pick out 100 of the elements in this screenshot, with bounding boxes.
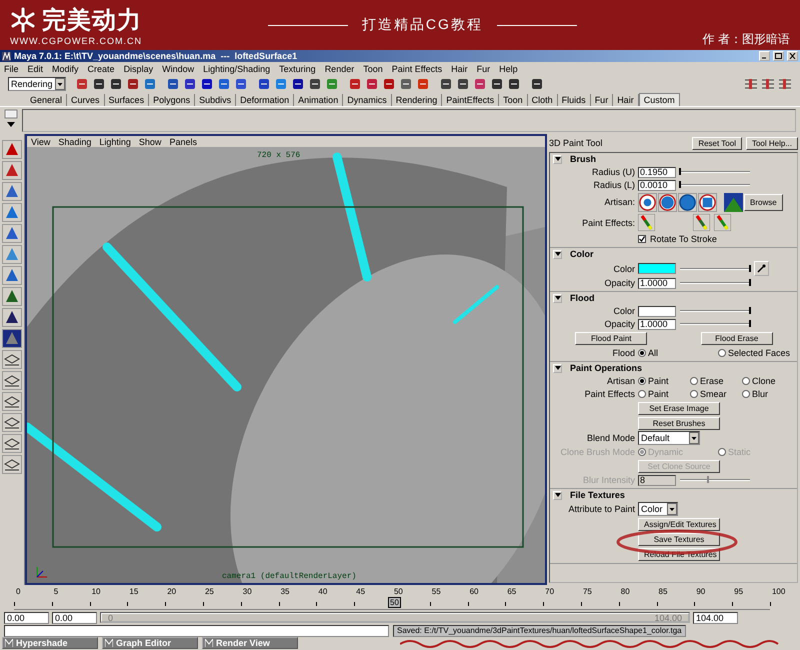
menu-item[interactable]: Fur [476,64,490,74]
frame-number: 65 [506,587,516,596]
radio-label: Selected Faces [728,348,790,358]
section-title: Flood [570,293,594,303]
radio-label: Static [728,447,751,457]
number-field[interactable]: 0.1950 [638,166,676,178]
menu-item[interactable]: Create [88,64,115,74]
frame-number: 0 [15,587,20,596]
frame-number: 55 [430,587,441,596]
field-label: Opacity [603,319,635,329]
frame-number: 40 [317,587,328,596]
frame-number: 85 [658,587,668,596]
radio-label: Erase [700,376,724,386]
field-label: Attribute to Paint [567,504,635,514]
frame-number: 25 [204,587,214,596]
flood-button[interactable]: Flood Erase [700,332,773,345]
website-url: WWW.CGPOWER.COM.CN [10,36,142,46]
field-label: Artisan: [603,197,635,207]
menu-item[interactable]: Hair [451,64,468,74]
range-start-label: 0 [108,612,114,622]
frame-number: 5 [52,587,58,596]
frame-number: 45 [355,587,366,596]
field-label: Paint Effects [584,389,635,399]
flood-button[interactable]: Flood Paint [575,332,648,345]
radio-label: Smear [700,389,727,399]
radio-label: Clone [752,376,776,386]
field-label: Paint Effects: [581,218,635,228]
panel-menu-item[interactable]: Lighting [99,136,131,146]
field-label: Blend Mode [586,433,635,443]
section-title: File Textures [570,490,625,500]
resolution-label: 720 x 576 [257,151,300,160]
number-field[interactable]: 0.0010 [638,180,676,190]
radio-label: Paint [648,376,669,386]
minimized-window[interactable]: Graph Editor [102,637,198,649]
browse-button[interactable]: Browse [744,194,783,210]
menu-item[interactable]: Paint Effects [392,64,442,74]
section-title: Brush [570,154,596,164]
panel-button[interactable]: Set Erase Image [638,402,720,414]
tool-button[interactable]: Tool Help... [746,136,798,150]
menu-item[interactable]: Toon [363,64,383,74]
panel-button[interactable]: Assign/Edit Textures [638,518,720,530]
frame-number: 90 [695,587,706,596]
shelf-tab[interactable]: Custom [638,93,680,106]
panel-menu-item[interactable]: Panels [169,136,197,146]
field-label: Artisan [606,376,635,386]
frame-number: 20 [166,587,176,596]
logo-text: 完美动力 [42,6,142,36]
field-label: Flood [611,348,635,358]
section-title: Color [570,249,594,259]
field-label: Clone Brush Mode [559,447,635,457]
tool-button[interactable]: Reset Tool [692,136,742,150]
dropdown[interactable]: Color [638,502,678,516]
menu-item[interactable]: Help [499,64,518,74]
frame-number: 100 [770,587,786,596]
camera-label: camera1 (defaultRenderLayer) [222,572,356,581]
frame-number: 15 [128,587,138,596]
frame-number: 30 [242,587,252,596]
number-field[interactable]: 1.0000 [638,318,676,330]
frame-number: 10 [90,587,100,596]
menu-item[interactable]: Edit [28,64,44,74]
current-frame-marker[interactable]: 50 [388,597,401,608]
frame-number: 75 [582,587,592,596]
menu-item[interactable]: Render [324,64,354,74]
menu-item[interactable]: File [4,64,19,74]
panel-button[interactable]: Reset Brushes [638,416,720,430]
section-title: Paint Operations [570,363,642,373]
radio-label: Blur [752,389,768,399]
panel-menu-item[interactable]: Shading [58,136,92,146]
status-message: Saved: E:/t/TV_youandme/3dPaintTextures/huan/loftedSurfaceShape1_color.tga [393,625,686,637]
panel-menu-item[interactable]: Show [138,136,162,146]
field-label: Radius (L) [592,180,635,190]
playback-start-field[interactable]: 0.00 [52,612,97,624]
frame-number: 35 [280,587,290,596]
field-label: Radius (U) [590,167,635,177]
menu-item[interactable]: Modify [52,64,79,74]
tool-title: 3D Paint Tool [549,138,604,148]
menu-item[interactable]: Texturing [279,64,316,74]
author-credit: 作 者：图形暗语 [702,31,790,48]
slogan: 打造精品CG教程 [362,16,483,34]
dropdown[interactable]: Default [638,431,700,445]
minimized-window[interactable]: Render View [202,637,298,649]
window-title: Maya 7.0.1: E:\t\TV_youandme\scenes\huan.ma --- loftedSurface1 [14,51,298,61]
frame-number: 70 [544,587,554,596]
frame-number: 60 [468,587,478,596]
radio-label: Dynamic [648,447,684,457]
start-time-field[interactable]: 0.00 [4,612,49,624]
field-label: Color [612,264,635,274]
menu-item[interactable]: Lighting/Shading [203,64,270,74]
frame-number: 50 [392,587,403,596]
frame-number: 80 [620,587,630,596]
menu-item[interactable]: Window [162,64,194,74]
menu-set-dropdown[interactable]: Rendering [8,77,66,91]
field-label: Color [612,306,635,316]
menu-item[interactable]: Display [124,64,154,74]
minimized-window[interactable]: Hypershade [2,637,98,649]
end-time-field[interactable]: 104.00 [693,612,738,624]
number-field[interactable]: 1.0000 [638,278,676,288]
panel-menu-item[interactable]: View [31,136,50,146]
range-end-label: 104.00 [654,612,682,622]
panel-button[interactable]: Save Textures [638,532,720,546]
